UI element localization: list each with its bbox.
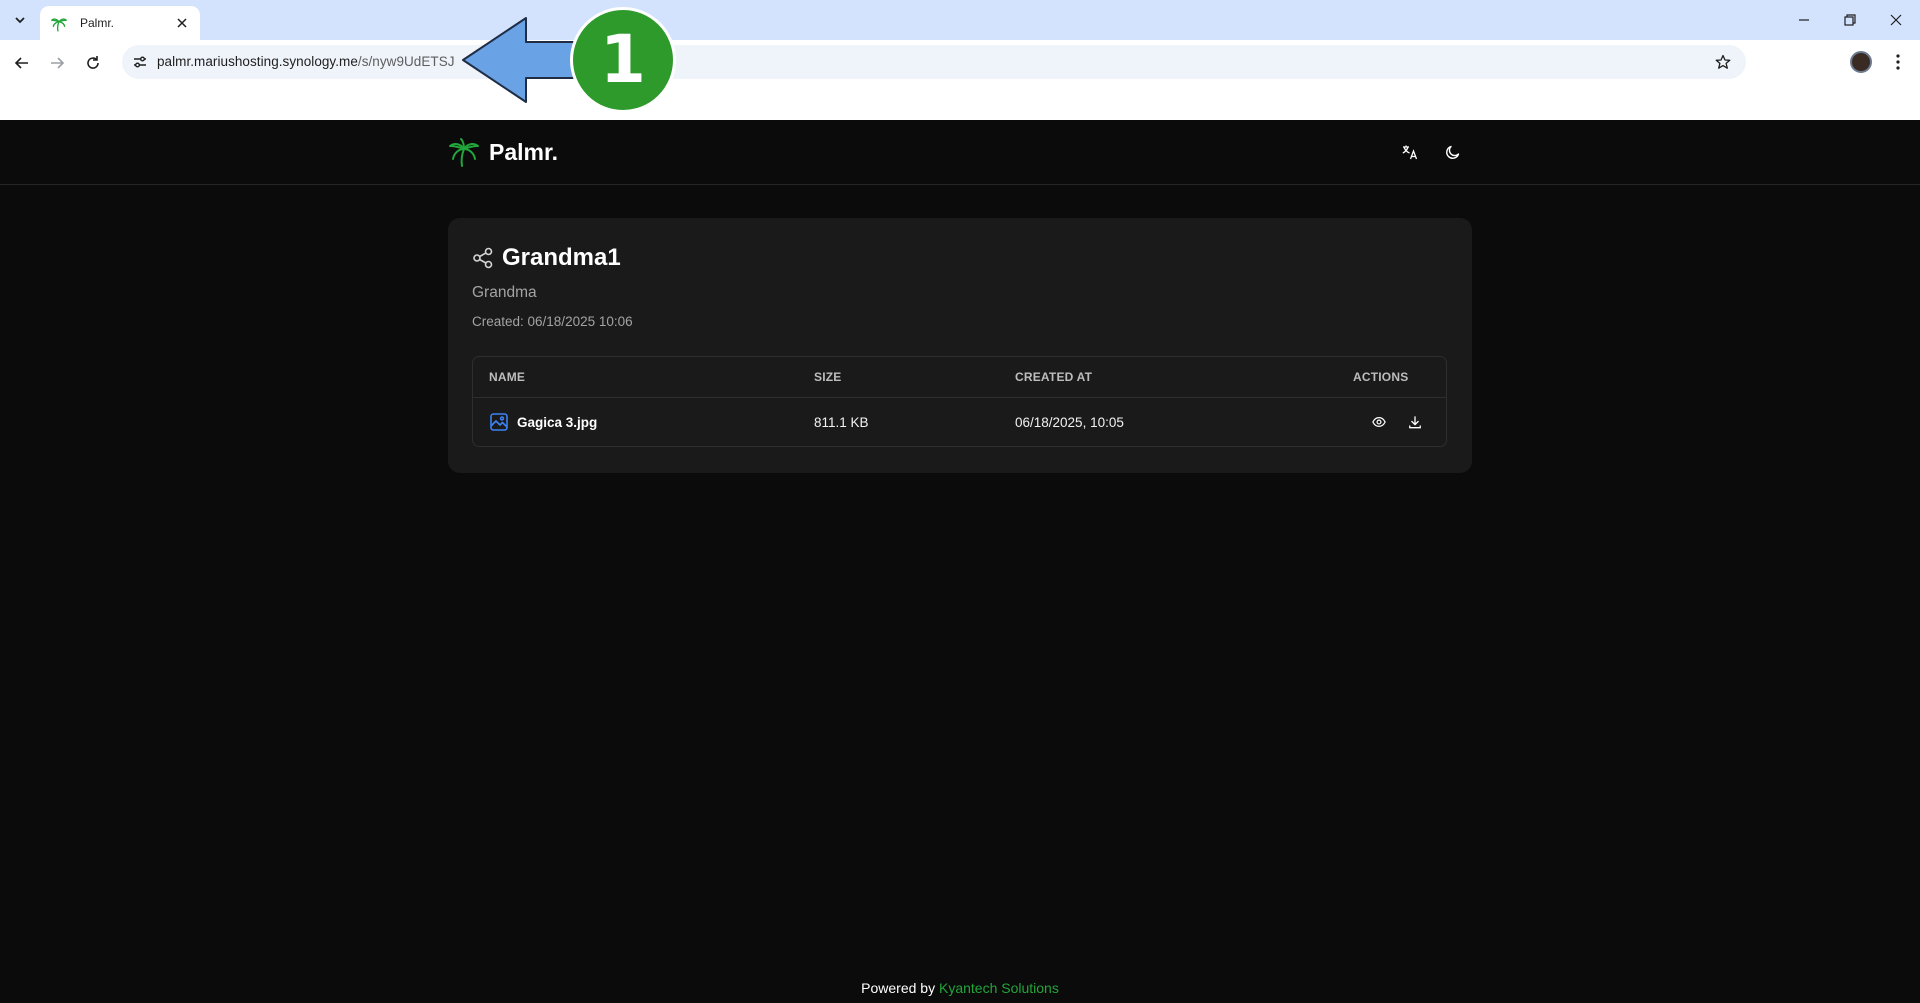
column-created-header: CREATED AT [1015, 370, 1093, 384]
column-actions-header: ACTIONS [1353, 370, 1409, 384]
file-name: Gagica 3.jpg [517, 415, 598, 430]
column-name-header: NAME [489, 370, 526, 384]
share-header: Grandma1 [472, 244, 621, 272]
tab-title: Palmr. [80, 16, 115, 30]
app-header: Palmr. [0, 120, 1920, 185]
reload-button[interactable] [80, 50, 106, 76]
browser-tab-strip: Palmr. [0, 0, 1920, 40]
download-button[interactable] [1404, 411, 1426, 433]
window-close-button[interactable] [1878, 8, 1914, 32]
minimize-button[interactable] [1786, 8, 1822, 32]
footer-prefix: Powered by [861, 980, 936, 996]
moon-icon [1446, 145, 1460, 159]
chevron-down-icon [15, 17, 25, 24]
footer-company-link[interactable]: Kyantech Solutions [939, 980, 1059, 996]
footer: Powered by Kyantech Solutions [0, 980, 1920, 996]
language-switch-button[interactable] [1398, 140, 1422, 164]
image-file-icon [490, 413, 508, 431]
annotation-step-number: 1 [600, 21, 646, 98]
file-size: 811.1 KB [814, 415, 869, 430]
kebab-menu-icon [1896, 54, 1900, 70]
forward-button[interactable] [44, 50, 70, 76]
bookmark-star-button[interactable] [1714, 53, 1732, 71]
address-bar[interactable]: palmr.mariushosting.synology.me/s/nyw9Ud… [122, 45, 1746, 79]
files-table: NAME SIZE CREATED AT ACTIONS Gagica 3.jp… [472, 356, 1447, 447]
site-info-icon [134, 56, 146, 68]
reload-icon [87, 56, 99, 69]
url-host: palmr.mariushosting.synology.me [157, 54, 358, 69]
brand-name: Palmr. [489, 138, 559, 165]
close-icon [177, 18, 187, 28]
share-card: Grandma1 Grandma Created: 06/18/2025 10:… [448, 218, 1472, 473]
page: Palmr. Grandma1 Grandma Created: 06/18/2… [0, 120, 1920, 1003]
share-created-date: Created: 06/18/2025 10:06 [472, 314, 633, 329]
close-icon [1890, 14, 1902, 26]
tab-close-button[interactable] [174, 15, 190, 31]
url-path: /s/nyw9UdETSJ [357, 54, 455, 69]
eye-icon [1372, 417, 1386, 427]
profile-avatar[interactable] [1850, 51, 1872, 73]
star-icon [1715, 54, 1731, 69]
back-button[interactable] [9, 50, 35, 76]
palm-tree-icon [50, 14, 68, 32]
share-icon [473, 247, 493, 269]
annotation-step-badge: 1 [570, 7, 676, 113]
tab-search-button[interactable] [7, 8, 33, 32]
share-title: Grandma1 [502, 244, 621, 271]
table-row: Gagica 3.jpg 811.1 KB 06/18/2025, 10:05 [473, 398, 1446, 446]
download-icon [1409, 416, 1421, 429]
table-header: NAME SIZE CREATED AT ACTIONS [473, 357, 1446, 398]
restore-icon [1844, 14, 1856, 26]
forward-icon [51, 57, 65, 69]
browser-toolbar: palmr.mariushosting.synology.me/s/nyw9Ud… [0, 40, 1920, 120]
file-created-at: 06/18/2025, 10:05 [1015, 415, 1124, 430]
minimize-icon [1799, 19, 1809, 21]
browser-menu-button[interactable] [1886, 50, 1910, 74]
preview-button[interactable] [1368, 411, 1390, 433]
translate-icon [1402, 145, 1418, 160]
share-description: Grandma [472, 284, 537, 301]
restore-button[interactable] [1832, 8, 1868, 32]
theme-toggle-button[interactable] [1441, 140, 1465, 164]
browser-tab[interactable]: Palmr. [40, 6, 200, 40]
brand-logo[interactable]: Palmr. [448, 136, 558, 168]
column-size-header: SIZE [814, 370, 842, 384]
url-text[interactable]: palmr.mariushosting.synology.me/s/nyw9Ud… [157, 54, 455, 69]
back-icon [14, 57, 28, 69]
site-info-button[interactable] [130, 52, 150, 72]
palm-tree-icon [449, 138, 479, 167]
